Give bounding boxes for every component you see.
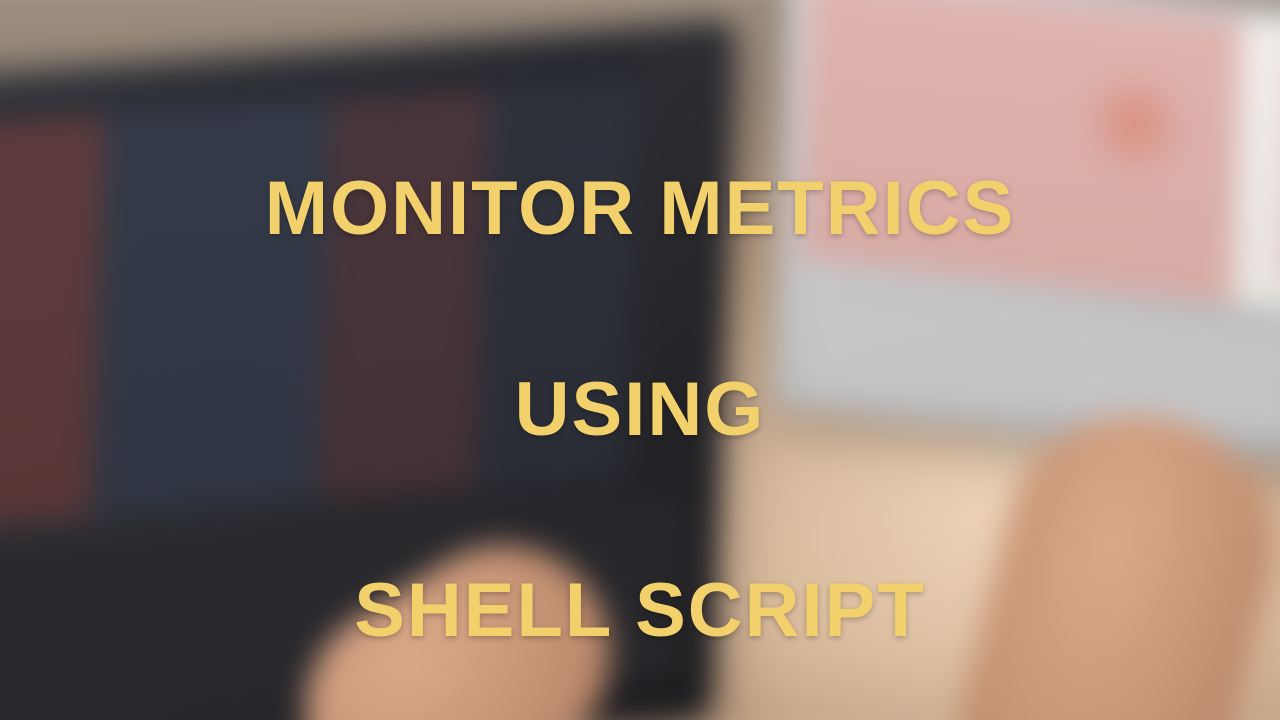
title-line-3: SHELL SCRIPT: [354, 568, 926, 653]
title-line-2: USING: [515, 367, 766, 452]
title-overlay: MONITOR METRICS USING SHELL SCRIPT: [0, 0, 1280, 720]
hero-title: MONITOR METRICS USING SHELL SCRIPT: [265, 59, 1016, 661]
title-line-1: MONITOR METRICS: [265, 166, 1016, 251]
